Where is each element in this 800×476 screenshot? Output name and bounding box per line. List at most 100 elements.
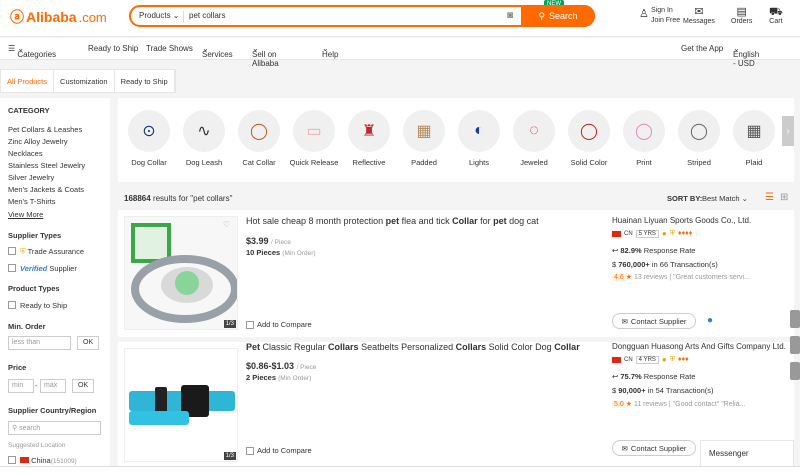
language-currency-select[interactable]: English - USD ⌄ bbox=[733, 44, 759, 68]
diamond-rating-icon: ♦♦♦♦ bbox=[678, 230, 693, 237]
logo-mark-icon: ⓐ bbox=[10, 9, 24, 25]
category-tile-quick-release[interactable]: ▭ Quick Release bbox=[287, 110, 341, 167]
response-rate: ↩ 75.7% Response Rate bbox=[612, 372, 696, 381]
trade-assurance-checkbox[interactable] bbox=[8, 247, 16, 255]
product-image[interactable]: ♡ 1/3 bbox=[124, 216, 238, 330]
category-tile-padded[interactable]: ▦ Padded bbox=[397, 110, 451, 167]
price-heading: Price bbox=[8, 363, 27, 372]
messages-button[interactable]: ✉ Messages bbox=[683, 6, 715, 25]
price-ok-button[interactable]: OK bbox=[72, 379, 95, 393]
add-to-compare[interactable]: Add to Compare bbox=[246, 320, 312, 329]
compare-checkbox[interactable] bbox=[246, 446, 254, 455]
product-card[interactable]: ♡ 1/3 Hot sale cheap 8 month protection … bbox=[118, 210, 794, 337]
category-tile-plaid[interactable]: ▦ Plaid bbox=[727, 110, 781, 167]
search-button[interactable]: ⚲ Search bbox=[521, 5, 595, 27]
category-tile-lights[interactable]: ◐ Lights bbox=[452, 110, 506, 167]
sort-label: SORT BY: bbox=[667, 194, 703, 203]
chevron-right-icon: › bbox=[786, 125, 790, 137]
nav-help[interactable]: Help ⌄ bbox=[322, 44, 338, 59]
tab-ready-to-ship[interactable]: Ready to Ship bbox=[115, 70, 175, 92]
category-tile-jeweled[interactable]: ◌ Jeweled bbox=[507, 110, 561, 167]
product-title[interactable]: Hot sale cheap 8 month protection pet fl… bbox=[246, 216, 586, 226]
grid-view-icon[interactable]: ⊞ bbox=[780, 192, 788, 203]
collar-icon: ⊙ bbox=[128, 110, 170, 152]
country-search-input[interactable]: ⚲ search bbox=[8, 421, 101, 435]
reviews[interactable]: 4.6 ★ 13 reviews | "Great customers servi… bbox=[612, 273, 750, 281]
chat-now-icon[interactable]: ● bbox=[707, 315, 713, 326]
list-view-icon[interactable]: ☰ bbox=[765, 192, 774, 203]
category-link[interactable]: Necklaces bbox=[8, 149, 43, 158]
supplier-name[interactable]: Dongguan Huasong Arts And Gifts Company … bbox=[612, 342, 786, 351]
cart-button[interactable]: ⛟ Cart bbox=[769, 6, 783, 25]
image-pager: 1/3 bbox=[223, 452, 236, 460]
ready-to-ship-checkbox[interactable] bbox=[8, 301, 16, 309]
carousel-next-button[interactable]: › bbox=[782, 116, 794, 146]
china-checkbox[interactable] bbox=[8, 456, 16, 464]
category-tile-solid-color[interactable]: ◯ Solid Color bbox=[562, 110, 616, 167]
favorite-heart-icon[interactable]: ♡ bbox=[223, 220, 233, 230]
category-tile-dog-collar[interactable]: ⊙ Dog Collar bbox=[122, 110, 176, 167]
sign-in-link[interactable]: Sign In bbox=[651, 7, 673, 14]
title-fragment: pet bbox=[385, 216, 400, 226]
price-min-input[interactable]: min bbox=[8, 379, 34, 393]
top-nav: ☰ Categories ⌄ Ready to Ship Trade Shows… bbox=[0, 38, 800, 68]
min-order-ok-button[interactable]: OK bbox=[77, 336, 100, 350]
title-fragment: Collar bbox=[452, 216, 478, 226]
contact-supplier-button[interactable]: ✉ Contact Supplier bbox=[612, 313, 696, 329]
bottom-bar bbox=[0, 466, 800, 476]
alibaba-logo[interactable]: ⓐ Alibaba .com bbox=[10, 7, 107, 27]
get-app-link[interactable]: Get the App bbox=[681, 44, 723, 53]
compare-checkbox[interactable] bbox=[246, 320, 254, 329]
search-category-select[interactable]: Products ⌄ bbox=[139, 11, 180, 20]
tab-customization[interactable]: Customization bbox=[54, 70, 115, 92]
category-link[interactable]: Pet Collars & Leashes bbox=[8, 125, 82, 134]
supplier-types-heading: Supplier Types bbox=[8, 231, 62, 240]
category-link[interactable]: Silver Jewelry bbox=[8, 173, 54, 182]
verified-supplier-label: Verified Supplier bbox=[20, 264, 77, 273]
side-tool-button[interactable] bbox=[790, 310, 800, 328]
verified-supplier-checkbox[interactable] bbox=[8, 264, 16, 272]
nav-ready-to-ship[interactable]: Ready to Ship bbox=[88, 44, 138, 53]
category-link[interactable]: Stainless Steel Jewelry bbox=[8, 161, 85, 170]
category-tile-print[interactable]: ◯ Print bbox=[617, 110, 671, 167]
tab-all-products[interactable]: All Products bbox=[1, 70, 55, 92]
min-order-input[interactable]: less than bbox=[8, 336, 71, 350]
min-order-qty: 10 Pieces (Min Order) bbox=[246, 248, 316, 257]
category-tile-reflective[interactable]: ♜ Reflective bbox=[342, 110, 396, 167]
product-card[interactable]: 1/3 Pet Classic Regular Collars Seatbelt… bbox=[118, 342, 794, 476]
reviews[interactable]: 5.0 ★ 11 reviews | "Good contact" "Relia.… bbox=[612, 400, 745, 408]
add-to-compare[interactable]: Add to Compare bbox=[246, 446, 312, 455]
camera-icon[interactable]: ◙ bbox=[507, 10, 513, 21]
side-tool-button[interactable] bbox=[790, 362, 800, 380]
trade-assurance-icon: ⛨ bbox=[669, 229, 675, 237]
category-link[interactable]: Men's Jackets & Coats bbox=[8, 185, 84, 194]
collar-icon: ◯ bbox=[568, 110, 610, 152]
title-fragment: dog cat bbox=[506, 216, 539, 226]
title-fragment: Collars bbox=[455, 342, 487, 352]
gold-supplier-icon: ● bbox=[661, 229, 667, 238]
category-link[interactable]: Men's T-Shirts bbox=[8, 197, 56, 206]
product-image[interactable]: 1/3 bbox=[124, 348, 238, 462]
title-fragment: Seatbelts Personalized bbox=[358, 342, 456, 352]
supplier-badges: CN 4 YRS ● ⛨ ♦♦♦ bbox=[612, 355, 689, 364]
product-title[interactable]: Pet Classic Regular Collars Seatbelts Pe… bbox=[246, 342, 586, 352]
results-bar: 168864 results for "pet collars" SORT BY… bbox=[118, 186, 794, 208]
category-link[interactable]: Zinc Alloy Jewelry bbox=[8, 137, 68, 146]
supplier-name[interactable]: Huainan Liyuan Sports Goods Co., Ltd. bbox=[612, 216, 751, 225]
nav-services[interactable]: Services ⌄ bbox=[202, 44, 233, 59]
category-tile-striped[interactable]: ◯ Striped bbox=[672, 110, 726, 167]
contact-supplier-button[interactable]: ✉ Contact Supplier bbox=[612, 440, 696, 456]
nav-sell[interactable]: Sell on Alibaba ⌄ bbox=[252, 44, 279, 68]
category-tile-dog-leash[interactable]: ∿ Dog Leash bbox=[177, 110, 231, 167]
side-tool-button[interactable] bbox=[790, 336, 800, 354]
sort-select[interactable]: Best Match ⌄ bbox=[702, 194, 748, 203]
ready-to-ship-label: Ready to Ship bbox=[20, 301, 68, 310]
categories-menu[interactable]: ☰ Categories ⌄ bbox=[8, 44, 56, 59]
orders-button[interactable]: ▤ Orders bbox=[731, 6, 752, 25]
nav-trade-shows[interactable]: Trade Shows bbox=[146, 44, 193, 53]
join-free-link[interactable]: Join Free bbox=[651, 17, 680, 24]
search-input[interactable]: pet collars bbox=[189, 11, 225, 20]
price-max-input[interactable]: max bbox=[40, 379, 66, 393]
category-tile-cat-collar[interactable]: ◯ Cat Collar bbox=[232, 110, 286, 167]
view-more-link[interactable]: View More bbox=[8, 210, 43, 219]
